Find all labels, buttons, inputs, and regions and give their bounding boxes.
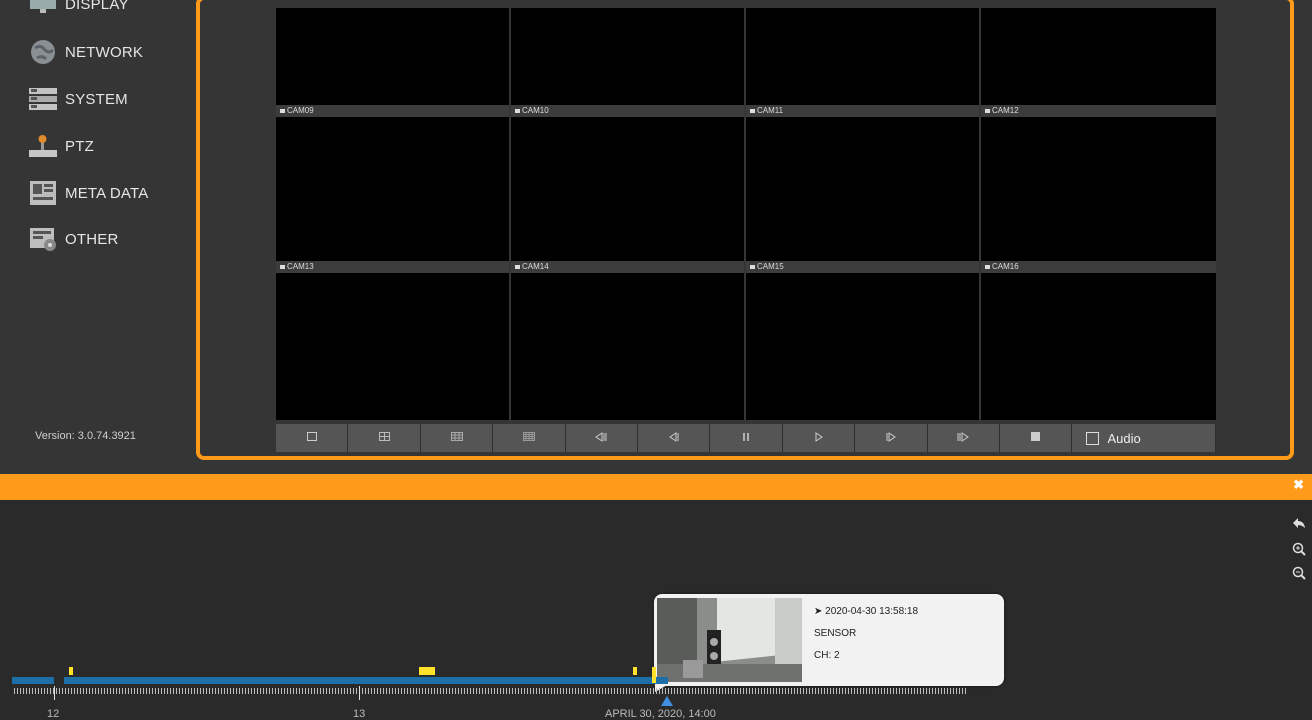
stop-icon (1031, 432, 1041, 444)
camera-label: CAM15 (746, 261, 979, 273)
timeline-tools (1286, 510, 1312, 620)
audio-toggle[interactable]: Audio (1072, 424, 1216, 452)
event-info: ➤ 2020-04-30 13:58:18 SENSOR CH: 2 (814, 606, 918, 672)
recording-track[interactable] (12, 677, 668, 684)
layout-4-icon (378, 432, 390, 444)
layout-1-button[interactable] (276, 424, 349, 452)
major-tick (54, 686, 55, 700)
play-button[interactable] (782, 424, 856, 452)
major-tick (359, 686, 360, 700)
event-marker[interactable] (419, 667, 435, 675)
skip-forward-button[interactable] (927, 424, 1001, 452)
sidebar-item-label: NETWORK (65, 43, 144, 61)
server-icon (27, 85, 59, 113)
audio-label: Audio (1107, 430, 1141, 446)
settings-sidebar: DISPLAY NETWORK SYSTEM PTZ META DATA OTH… (0, 0, 195, 470)
camera-label: CAM10 (511, 105, 744, 117)
camera-view[interactable] (276, 8, 509, 105)
pause-icon (742, 432, 750, 445)
camera-view[interactable] (981, 273, 1216, 420)
video-frame: CAM09 CAM10 CAM11 CAM12 CAM13 CAM14 CAM1… (196, 0, 1294, 460)
timeline-header-bar (0, 474, 1312, 500)
sidebar-item-system[interactable]: SYSTEM (27, 81, 128, 117)
sidebar-item-label: PTZ (65, 137, 94, 155)
track-gap (54, 677, 64, 684)
camera-view[interactable] (511, 273, 744, 420)
camera-view[interactable] (981, 8, 1216, 105)
camera-label: CAM14 (511, 261, 744, 273)
time-label-12: 12 (47, 708, 60, 720)
event-thumbnail (657, 598, 802, 682)
camera-label: CAM16 (981, 261, 1216, 273)
event-type: SENSOR (814, 628, 857, 639)
time-label-13: 13 (353, 708, 366, 720)
layout-16-button[interactable] (493, 424, 566, 452)
event-marker[interactable] (652, 667, 656, 683)
camera-label: CAM11 (746, 105, 979, 117)
camera-view[interactable] (746, 273, 979, 420)
play-icon (814, 431, 824, 445)
playhead-marker[interactable] (661, 696, 673, 706)
step-forward-icon (885, 431, 897, 445)
version-text: Version: 3.0.74.3921 (35, 430, 136, 442)
event-channel: CH: 2 (814, 650, 840, 661)
event-marker[interactable] (69, 667, 73, 675)
audio-checkbox[interactable] (1086, 431, 1100, 445)
playback-controls: Audio (276, 424, 1216, 452)
sidebar-item-label: OTHER (65, 230, 119, 248)
pause-button[interactable] (710, 424, 783, 452)
sidebar-item-display[interactable]: DISPLAY (27, 0, 129, 22)
camera-view[interactable] (511, 8, 744, 105)
sidebar-item-network[interactable]: NETWORK (27, 34, 143, 70)
arrow-right-icon: ➤ (814, 606, 823, 617)
globe-icon (27, 38, 59, 66)
layout-4-button[interactable] (348, 424, 421, 452)
back-arrow-icon[interactable] (1292, 516, 1306, 532)
close-icon[interactable]: ✖ (1293, 477, 1304, 493)
sidebar-item-ptz[interactable]: PTZ (27, 128, 94, 164)
event-marker[interactable] (633, 667, 637, 675)
skip-back-icon (594, 431, 608, 445)
zoom-out-icon[interactable] (1292, 566, 1306, 583)
sidebar-item-label: SYSTEM (65, 90, 128, 108)
timeline-ticks (14, 688, 966, 694)
layout-9-icon (450, 432, 463, 444)
step-back-icon (668, 431, 680, 445)
camera-label: CAM09 (276, 105, 509, 117)
settings-panel-icon (27, 225, 59, 253)
zoom-in-icon[interactable] (1292, 542, 1306, 559)
event-datetime: ➤ 2020-04-30 13:58:18 (814, 606, 919, 617)
layout-16-icon (522, 432, 535, 444)
camera-view[interactable] (981, 117, 1216, 261)
layout-9-button[interactable] (420, 424, 494, 452)
sidebar-item-meta-data[interactable]: META DATA (27, 175, 148, 211)
camera-view[interactable] (746, 117, 979, 261)
sidebar-item-label: META DATA (65, 184, 149, 202)
metadata-icon (27, 179, 59, 207)
camera-view[interactable] (746, 8, 979, 105)
skip-forward-icon (956, 431, 970, 445)
camera-label: CAM12 (981, 105, 1216, 117)
sidebar-item-label: DISPLAY (65, 0, 129, 13)
stop-button[interactable] (1000, 424, 1073, 452)
skip-back-button[interactable] (565, 424, 639, 452)
camera-view[interactable] (276, 273, 509, 420)
camera-label: CAM13 (276, 261, 509, 273)
step-forward-button[interactable] (855, 424, 928, 452)
joystick-icon (27, 132, 59, 160)
camera-grid: CAM09 CAM10 CAM11 CAM12 CAM13 CAM14 CAM1… (276, 8, 1216, 420)
sidebar-item-other[interactable]: OTHER (27, 221, 119, 257)
camera-view[interactable] (276, 117, 509, 261)
step-back-button[interactable] (638, 424, 711, 452)
display-icon (27, 0, 59, 18)
current-time-label: APRIL 30, 2020, 14:00 (605, 708, 716, 720)
event-preview-popup[interactable]: ➤ 2020-04-30 13:58:18 SENSOR CH: 2 (654, 594, 1004, 686)
camera-view[interactable] (511, 117, 744, 261)
layout-1-icon (306, 432, 317, 444)
